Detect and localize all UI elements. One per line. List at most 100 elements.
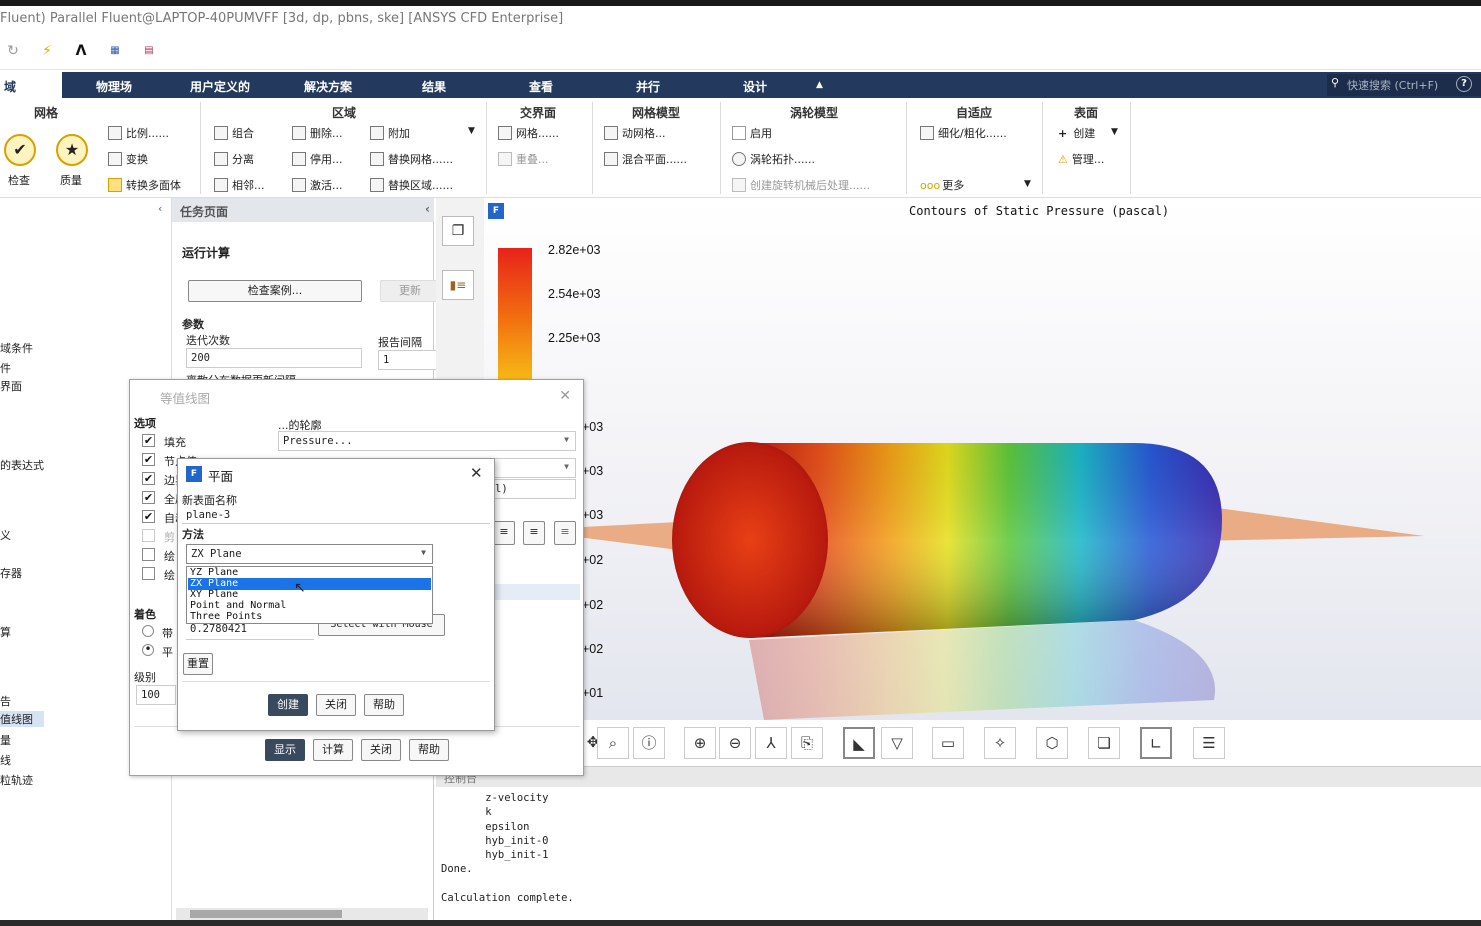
deactivate-button[interactable]: 停用... [292, 151, 343, 167]
auto-range-checkbox[interactable]: ✔ [142, 510, 155, 523]
turbo-topology-button[interactable]: 涡轮拓扑...... [732, 151, 815, 167]
lighting-icon[interactable]: ◣ [843, 727, 875, 759]
copy-icon[interactable]: ❐ [442, 216, 474, 246]
global-range-checkbox[interactable]: ✔ [142, 491, 155, 504]
create-dropdown-icon[interactable]: ▼ [1111, 127, 1118, 137]
check-case-button[interactable]: 检查案例... [188, 280, 362, 302]
banded-radio[interactable] [142, 625, 154, 637]
transform-button[interactable]: 变换 [108, 151, 148, 167]
close-icon[interactable]: ✕ [470, 464, 483, 482]
mixing-plane-button[interactable]: 混合平面...... [604, 151, 687, 167]
refresh-icon[interactable]: ↻ [4, 42, 22, 60]
chart-axes-icon[interactable]: ∟ [1140, 727, 1172, 759]
clip-checkbox[interactable] [142, 529, 155, 542]
menu-parallel[interactable]: 并行 [636, 78, 660, 95]
activate-button[interactable]: 激活... [292, 177, 343, 193]
close-icon[interactable]: ✕ [559, 388, 571, 404]
menu-user-defined[interactable]: 用户定义的 [190, 78, 250, 95]
display-button[interactable]: 显示 [265, 739, 305, 761]
combine-button[interactable]: 组合 [214, 125, 254, 141]
overlap-button[interactable]: 重叠... [498, 151, 549, 167]
scale-button[interactable]: 比例...... [108, 125, 169, 141]
dynamic-mesh-button[interactable]: 动网格... [604, 125, 666, 141]
zoom-fit-icon[interactable]: ⌕ [597, 727, 629, 759]
create-surface-button[interactable]: + 创建 [1058, 125, 1095, 141]
tree-item[interactable]: 件 [0, 360, 11, 376]
report-interval-input[interactable]: 1 [378, 350, 438, 370]
polyhedra-button[interactable]: 转换多面体 [108, 177, 181, 193]
collapse-task-icon[interactable]: ‹ [425, 202, 430, 216]
tree-item[interactable]: 的表达式 [0, 457, 44, 473]
min-field[interactable]: l) [490, 479, 576, 499]
tree-item[interactable]: 量 [0, 732, 11, 748]
layers-icon[interactable]: ❏ [1088, 727, 1120, 759]
variable-select[interactable]: ▼ [490, 458, 576, 478]
option-zx-plane[interactable]: ZX Plane [188, 578, 431, 590]
tree-item-selected[interactable]: 值线图 [0, 711, 44, 727]
mesh-display-icon[interactable]: ▽ [881, 727, 913, 759]
mesh-icon[interactable]: ▤ [140, 42, 158, 60]
option-yz-plane[interactable]: YZ Plane [188, 567, 431, 579]
filled-checkbox[interactable]: ✔ [142, 434, 155, 447]
check-button[interactable]: 检查 [8, 172, 30, 188]
more-button[interactable]: ooo 更多 [920, 177, 964, 193]
more-dropdown-icon[interactable]: ▼ [1024, 179, 1031, 189]
create-button[interactable]: 创建 [268, 694, 308, 716]
info-icon[interactable]: ⓘ [633, 727, 665, 759]
manage-surface-button[interactable]: ⚠ 管理... [1058, 151, 1104, 167]
iterations-input[interactable]: 200 [186, 348, 362, 368]
append-button[interactable]: 附加 [370, 125, 410, 141]
quality-button[interactable]: 质量 [60, 172, 82, 188]
task-scrollbar[interactable] [176, 908, 428, 920]
delete-button[interactable]: 删除... [292, 125, 343, 141]
close-button[interactable]: 关闭 [316, 694, 356, 716]
tree-item[interactable]: 义 [0, 527, 11, 543]
option-xy-plane[interactable]: XY Plane [188, 589, 431, 601]
tree-item[interactable]: 界面 [0, 378, 22, 394]
surface-filter-icon[interactable]: ≡ [493, 521, 515, 545]
boundary-values-checkbox[interactable]: ✔ [142, 472, 155, 485]
append-dropdown-icon[interactable]: ▼ [468, 126, 475, 136]
turbo-enable-checkbox[interactable]: 启用 [732, 125, 772, 141]
update-button[interactable]: 更新 [380, 280, 440, 302]
help-icon[interactable]: ? [1456, 76, 1472, 92]
collapse-ribbon-icon[interactable]: ▲ [816, 80, 823, 90]
view-option-icon[interactable]: ✧ [984, 727, 1016, 759]
node-values-checkbox[interactable]: ✔ [142, 453, 155, 466]
notes-icon[interactable]: ☰ [1193, 727, 1225, 759]
new-surface-input[interactable]: plane-3 [182, 508, 490, 524]
lightning-icon[interactable]: ⚡ [38, 42, 56, 60]
cube-icon[interactable]: ⬡ [1036, 727, 1068, 759]
draw-mesh-checkbox[interactable] [142, 567, 155, 580]
menu-domain[interactable]: 域 [4, 78, 16, 95]
console-panel[interactable]: 控制台 z-velocity k epsilon hyb_init-0 hyb_… [436, 766, 1481, 922]
tree-item[interactable]: 算 [0, 624, 11, 640]
clip-icon[interactable]: ▭ [932, 727, 964, 759]
zoom-out-icon[interactable]: ⊖ [719, 727, 751, 759]
layout-icon[interactable]: ▮≡ [442, 270, 474, 300]
help-button[interactable]: 帮助 [364, 694, 404, 716]
surface-list-selected[interactable] [490, 584, 580, 600]
option-three-points[interactable]: Three Points [188, 611, 431, 623]
zoom-box-icon[interactable]: ⊕ [684, 727, 716, 759]
separate-button[interactable]: 分离 [214, 151, 254, 167]
interface-mesh-button[interactable]: 网格...... [498, 125, 559, 141]
surface-select-icon[interactable]: ≡ [523, 521, 545, 545]
adjacency-button[interactable]: 相邻... [214, 177, 265, 193]
axes-icon[interactable]: ⅄ [755, 727, 787, 759]
menu-physics[interactable]: 物理场 [96, 78, 132, 95]
menu-results[interactable]: 结果 [422, 78, 446, 95]
expression-icon[interactable]: ▦ [106, 42, 124, 60]
reset-button[interactable]: 重置 [183, 653, 213, 675]
ansys-logo-icon[interactable]: Λ [72, 42, 90, 60]
menu-design[interactable]: 设计 [743, 78, 767, 95]
tree-item[interactable]: 存器 [0, 565, 22, 581]
export-icon[interactable]: ⎘ [791, 727, 823, 759]
method-select[interactable]: ZX Plane ▼ [186, 544, 433, 564]
check-mesh-icon[interactable]: ✔ [4, 134, 36, 166]
menu-solution[interactable]: 解决方案 [304, 78, 352, 95]
replace-mesh-button[interactable]: 替换网格...... [370, 151, 453, 167]
smooth-radio[interactable]: • [142, 643, 154, 656]
collapse-left-icon[interactable]: ‹ [158, 202, 162, 215]
tree-item[interactable]: 告 [0, 693, 11, 709]
